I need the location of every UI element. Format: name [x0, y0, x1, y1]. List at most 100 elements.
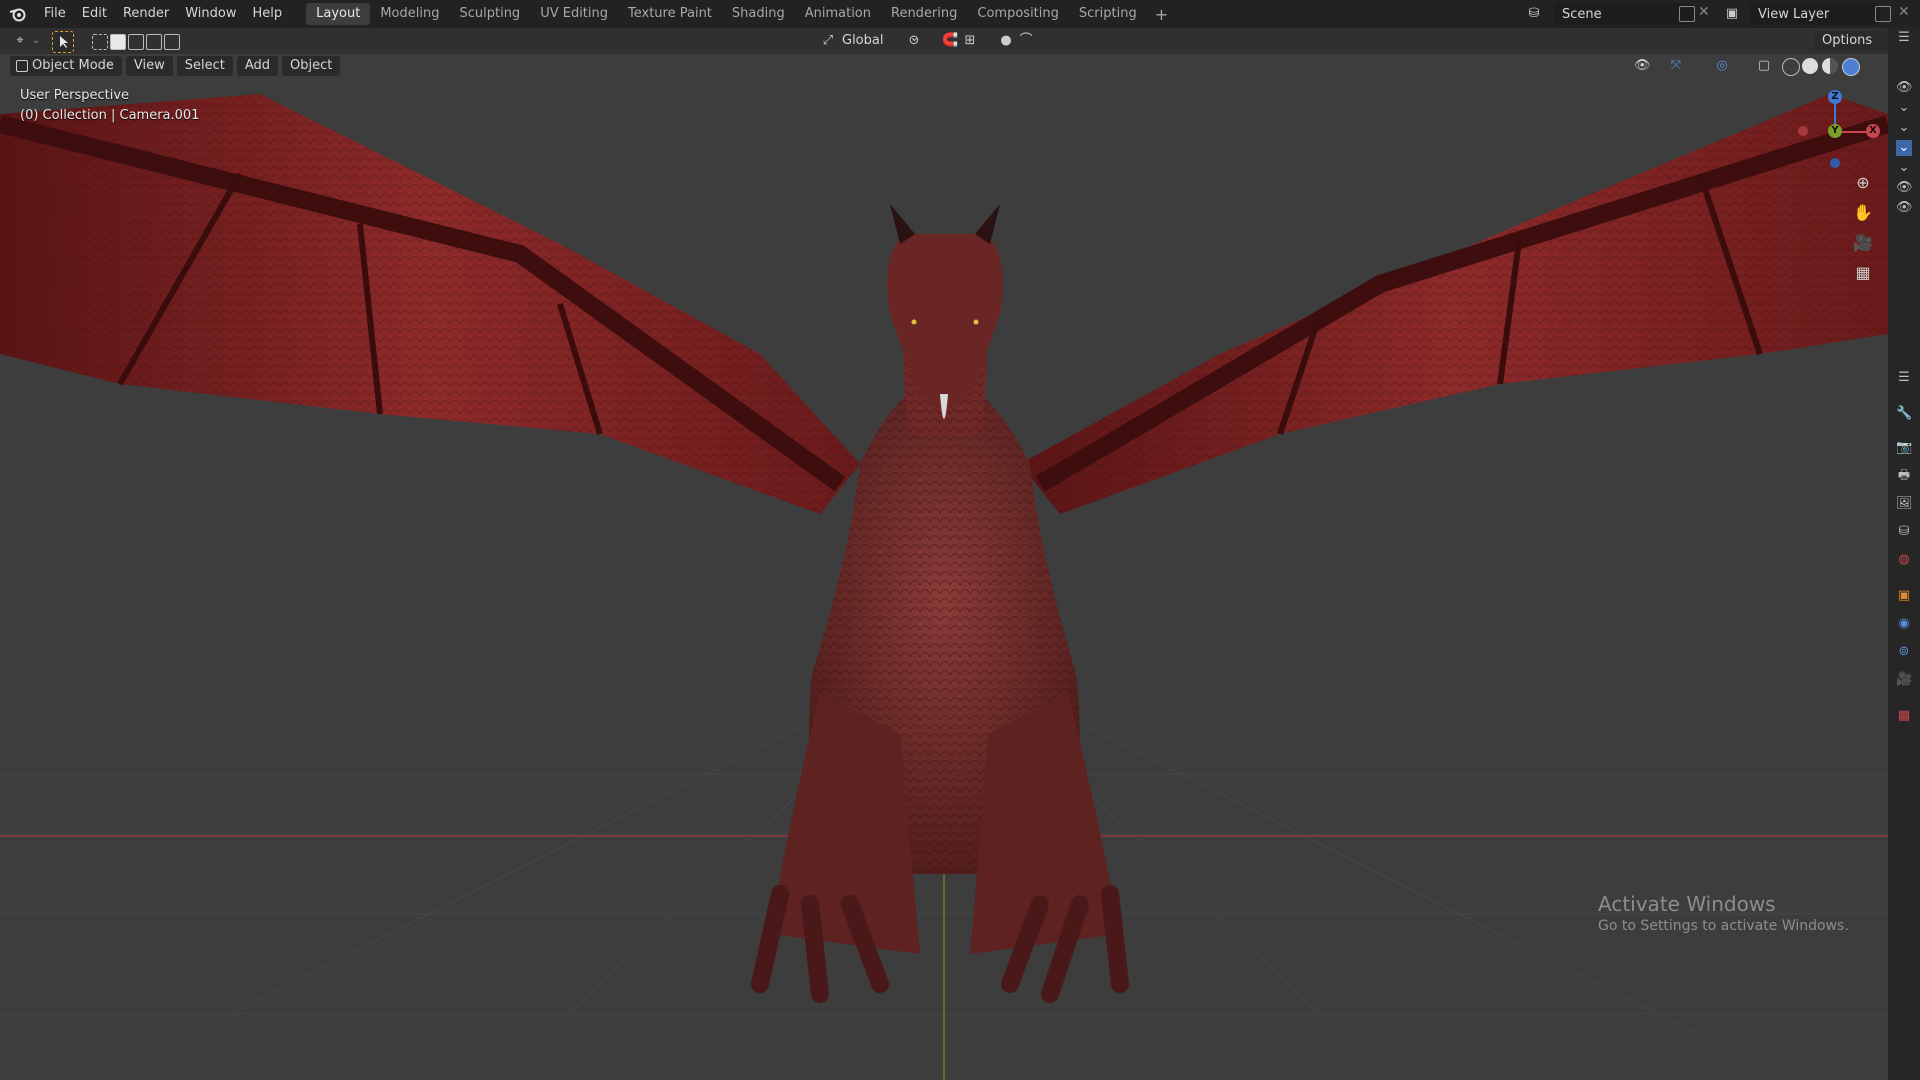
select-new-icon[interactable]	[110, 34, 126, 50]
viewport-header: Object Mode View Select Add Object	[10, 54, 341, 80]
view-layer-field[interactable]: View Layer	[1750, 3, 1880, 25]
editor-type-icon[interactable]: ⌖	[12, 33, 28, 49]
properties-editor-icon[interactable]: ☰	[1896, 370, 1912, 386]
gizmo-toggle-icon[interactable]: ⤧	[1668, 58, 1684, 74]
gizmo-y-axis[interactable]: Y	[1828, 124, 1842, 138]
gizmo-z-axis[interactable]: Z	[1828, 90, 1842, 104]
modifier-properties-icon[interactable]: ◉	[1896, 616, 1912, 632]
dragon-right-wing	[1020, 94, 1888, 514]
new-scene-icon[interactable]	[1679, 6, 1695, 22]
gizmo-neg-z-axis[interactable]	[1830, 158, 1840, 168]
tab-texture-paint[interactable]: Texture Paint	[618, 3, 722, 25]
menu-help[interactable]: Help	[245, 0, 291, 28]
view-layer-name: View Layer	[1758, 6, 1830, 22]
tab-rendering[interactable]: Rendering	[881, 3, 967, 25]
viewport-menu-add[interactable]: Add	[236, 56, 279, 76]
object-properties-icon[interactable]: ▣	[1896, 588, 1912, 604]
select-subtract-icon[interactable]	[146, 34, 162, 50]
menu-window[interactable]: Window	[177, 0, 244, 28]
outliner-eye-icon[interactable]: 👁	[1896, 200, 1913, 216]
tab-modeling[interactable]: Modeling	[370, 3, 449, 25]
tab-shading[interactable]: Shading	[722, 3, 795, 25]
physics-properties-icon[interactable]: ⊚	[1896, 644, 1912, 660]
snap-target-icon[interactable]: ⊞	[962, 33, 978, 49]
select-box-icon[interactable]	[92, 34, 108, 50]
proportional-falloff-icon[interactable]: ⌒	[1018, 33, 1034, 49]
activate-windows-title: Activate Windows	[1598, 892, 1776, 916]
dragon-body	[751, 204, 1129, 1003]
wireframe-shading-icon[interactable]	[1782, 58, 1800, 76]
scene-field[interactable]: Scene	[1554, 3, 1694, 25]
3d-viewport[interactable]: Object Mode View Select Add Object 👁 ⤧ ◎…	[0, 54, 1888, 1080]
tool-settings-bar: ⌖ ⌄ ⤢ Global ⌄ ⊙ 🧲 ⊞ ● ⌒ Options ⌄	[0, 28, 1888, 68]
outliner-icon[interactable]: ☰	[1896, 30, 1912, 46]
gizmo-neg-x-axis[interactable]	[1798, 126, 1808, 136]
material-preview-icon[interactable]	[1822, 58, 1838, 74]
remove-scene-icon[interactable]: ✕	[1698, 4, 1710, 20]
tab-uv-editing[interactable]: UV Editing	[530, 3, 618, 25]
scene-name: Scene	[1562, 6, 1602, 22]
tab-scripting[interactable]: Scripting	[1069, 3, 1147, 25]
select-tool-icon[interactable]	[52, 31, 74, 53]
menu-edit[interactable]: Edit	[74, 0, 115, 28]
tab-sculpting[interactable]: Sculpting	[449, 3, 530, 25]
dragon-left-wing	[0, 94, 860, 514]
view-layer-properties-icon[interactable]: 🖼	[1896, 496, 1913, 512]
tab-animation[interactable]: Animation	[795, 3, 881, 25]
outliner-collapse-icon[interactable]: ⌄	[1896, 100, 1912, 116]
viewport-menu-view[interactable]: View	[125, 56, 173, 76]
view-layer-selector-icon[interactable]: ▣	[1724, 6, 1740, 22]
camera-view-icon[interactable]: 🎥	[1852, 232, 1874, 254]
pan-hand-icon[interactable]: ✋	[1852, 202, 1874, 224]
object-data-properties-icon[interactable]: 🎥	[1896, 672, 1912, 688]
transform-orientation-value: Global	[842, 33, 884, 48]
transform-orientation-icon[interactable]: ⤢	[820, 33, 836, 49]
top-menubar: File Edit Render Window Help Layout Mode…	[0, 0, 1920, 28]
zoom-icon[interactable]: ⊕	[1852, 172, 1874, 194]
proportional-edit-icon[interactable]: ●	[998, 33, 1014, 49]
object-mode-dropdown[interactable]: Object Mode	[10, 54, 122, 76]
xray-toggle-icon[interactable]: ▢	[1756, 58, 1772, 74]
menu-render[interactable]: Render	[115, 0, 177, 28]
overlays-icon[interactable]: ◎	[1714, 58, 1730, 74]
perspective-label: User Perspective	[20, 88, 130, 103]
viewport-menu-object[interactable]: Object	[282, 56, 341, 76]
editor-type-chevron-icon[interactable]: ⌄	[28, 33, 44, 49]
world-properties-icon[interactable]: ◍	[1896, 552, 1912, 568]
properties-edge-strip: ☰ 👁 ⌄ ⌄ ⌄ ⌄ 👁 👁 ☰ 🔧 📷 🖶 🖼 ⛁ ◍ ▣ ◉ ⊚ 🎥 ▩	[1888, 28, 1920, 1080]
workspace-tabs: Layout Modeling Sculpting UV Editing Tex…	[306, 0, 1176, 28]
outliner-collapse-icon[interactable]: ⌄	[1896, 160, 1912, 176]
tab-layout[interactable]: Layout	[306, 3, 371, 25]
tab-compositing[interactable]: Compositing	[967, 3, 1069, 25]
gizmo-x-axis[interactable]: X	[1866, 124, 1880, 138]
visibility-eye-icon[interactable]: 👁	[1634, 58, 1651, 74]
new-view-layer-icon[interactable]	[1875, 6, 1891, 22]
outliner-eye-icon[interactable]: 👁	[1896, 180, 1913, 196]
blender-logo-icon[interactable]	[0, 0, 36, 28]
collection-label: (0) Collection | Camera.001	[20, 108, 200, 123]
select-extend-icon[interactable]	[128, 34, 144, 50]
remove-view-layer-icon[interactable]: ✕	[1898, 4, 1910, 20]
scene-selector-icon[interactable]: ⛁	[1526, 6, 1542, 22]
rendered-shading-icon[interactable]	[1842, 58, 1860, 76]
perspective-grid-icon[interactable]: ▦	[1852, 262, 1874, 284]
outliner-selected-row-icon[interactable]: ⌄	[1896, 140, 1912, 156]
scene-properties-icon[interactable]: ⛁	[1896, 524, 1912, 540]
snap-toggle-icon[interactable]: 🧲	[942, 33, 958, 49]
outliner-eye-icon[interactable]: 👁	[1896, 80, 1913, 96]
tool-properties-icon[interactable]: 🔧	[1896, 406, 1912, 422]
object-mode-label: Object Mode	[32, 58, 114, 73]
solid-shading-icon[interactable]	[1802, 58, 1818, 74]
menu-file[interactable]: File	[36, 0, 74, 28]
viewport-menu-select[interactable]: Select	[176, 56, 233, 76]
pivot-point-icon[interactable]: ⊙	[906, 33, 922, 49]
navigation-gizmo[interactable]: Z Y X	[1790, 84, 1880, 174]
options-dropdown[interactable]: Options ⌄	[1814, 31, 1888, 68]
texture-properties-icon[interactable]: ▩	[1896, 708, 1912, 724]
select-invert-icon[interactable]	[164, 34, 180, 50]
options-label: Options	[1822, 33, 1873, 48]
outliner-collapse-icon[interactable]: ⌄	[1896, 120, 1912, 136]
render-properties-icon[interactable]: 📷	[1896, 440, 1912, 456]
add-workspace-button[interactable]: +	[1147, 5, 1176, 24]
output-properties-icon[interactable]: 🖶	[1896, 468, 1912, 484]
